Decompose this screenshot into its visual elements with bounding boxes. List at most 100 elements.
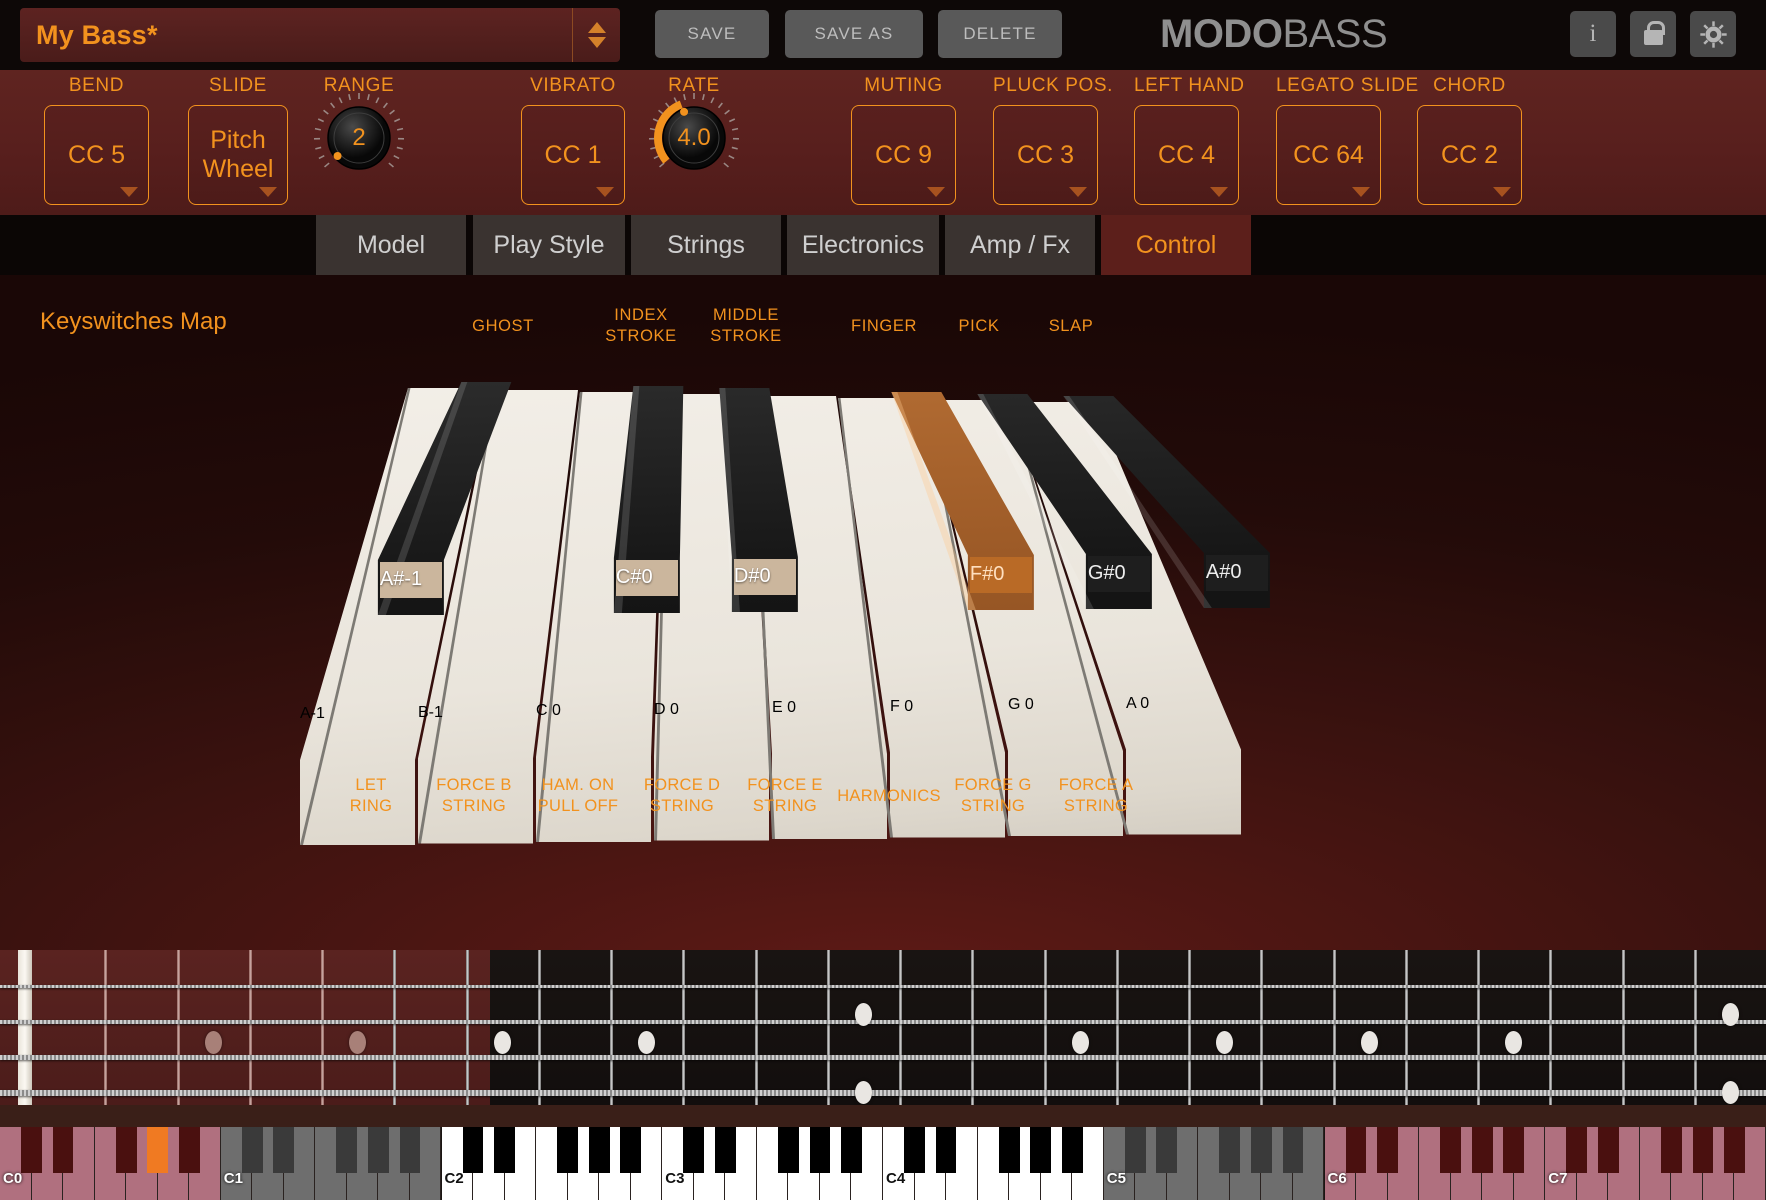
midi-cc-dropdown[interactable]: CC 3 [993,105,1098,205]
midi-cc-dropdown[interactable]: CC 5 [44,105,149,205]
mini-black-key[interactable] [1377,1127,1398,1173]
mini-black-key[interactable] [1156,1127,1178,1173]
tab-model[interactable]: Model [316,215,466,275]
chevron-down-icon[interactable] [1493,187,1511,197]
mini-octave-label: C1 [223,1170,243,1187]
knob-rate[interactable]: 4.0 [646,90,742,186]
fret-inlay-dot [1216,1031,1234,1054]
tab-play-style[interactable]: Play Style [473,215,625,275]
mini-black-key[interactable] [998,1127,1020,1173]
chevron-down-icon[interactable] [120,187,138,197]
mini-black-key[interactable] [399,1127,421,1173]
mini-black-key[interactable] [1030,1127,1052,1173]
mini-black-key[interactable] [21,1127,42,1173]
mini-black-key[interactable] [1282,1127,1304,1173]
knob-range[interactable]: 2 [311,90,407,186]
mini-keyboard-panel[interactable]: C0 C1 C2 C3 C4 C5 C6 C7 [0,1105,1766,1200]
preset-down-icon[interactable] [587,37,606,48]
mini-black-key[interactable] [714,1127,736,1173]
mini-black-key[interactable] [1597,1127,1619,1173]
mini-keyboard[interactable]: C0 C1 C2 C3 C4 C5 C6 C7 [0,1127,1766,1200]
mini-black-key[interactable] [620,1127,642,1173]
chevron-down-icon[interactable] [1069,187,1087,197]
preset-stepper[interactable] [572,8,620,62]
midi-cc-dropdown[interactable]: CC 2 [1417,105,1522,205]
mini-octave-label: C0 [3,1170,23,1187]
lock-button[interactable] [1630,11,1676,57]
preset-selector[interactable]: My Bass* [20,8,620,62]
tab-control[interactable]: Control [1101,215,1251,275]
modobass-window: My Bass* SAVE SAVE AS DELETE MODOBASS i [0,0,1766,1200]
mini-black-key[interactable] [1061,1127,1083,1173]
mini-black-key[interactable] [683,1127,705,1173]
midi-control-label: MUTING [864,75,943,96]
mini-black-key[interactable] [1219,1127,1241,1173]
fret-line [826,950,830,1105]
black-key-label: A#-1 [379,562,442,598]
fretboard[interactable] [0,950,1766,1105]
mini-black-key[interactable] [1660,1127,1682,1173]
mini-black-key[interactable] [935,1127,957,1173]
mini-black-key[interactable] [178,1127,200,1173]
mini-black-key[interactable] [1471,1127,1493,1173]
midi-cc-dropdown[interactable]: CC 64 [1276,105,1381,205]
tab-label: Model [356,230,426,259]
mini-black-key[interactable] [1503,1127,1525,1173]
white-key-label: A 0 [1126,694,1150,712]
settings-button[interactable] [1690,11,1736,57]
delete-button[interactable]: DELETE [938,10,1062,58]
chevron-down-icon[interactable] [1352,187,1370,197]
mini-black-key[interactable] [1566,1127,1588,1173]
white-key-label: A-1 [300,705,325,722]
fret-line [1188,950,1191,1105]
tab-strings[interactable]: Strings [631,215,781,275]
mini-black-key[interactable] [336,1127,358,1173]
midi-control-chord: CHORD CC 2 [1417,75,1522,205]
mini-black-key[interactable] [841,1127,862,1173]
chevron-down-icon[interactable] [927,187,945,197]
mini-black-key[interactable] [52,1127,74,1173]
mini-black-key[interactable] [1345,1127,1367,1173]
white-key-label: E 0 [772,699,797,716]
midi-cc-dropdown[interactable]: CC 1 [521,105,625,205]
mini-black-key[interactable] [1251,1127,1272,1173]
tab-electronics[interactable]: Electronics [787,215,939,275]
label-line: STROKE [710,327,782,345]
fret-inlay-dot [349,1031,367,1054]
save-as-button[interactable]: SAVE AS [785,10,923,58]
mini-black-key[interactable] [368,1127,389,1173]
mini-black-key[interactable] [557,1127,579,1173]
mini-black-key[interactable] [273,1127,295,1173]
mini-black-key[interactable] [115,1127,137,1173]
chevron-down-icon[interactable] [596,187,614,197]
mini-black-key[interactable] [1124,1127,1146,1173]
mini-black-key[interactable] [462,1127,484,1173]
save-button[interactable]: SAVE [655,10,769,58]
chevron-down-icon[interactable] [259,187,277,197]
mini-black-key[interactable] [1692,1127,1714,1173]
mini-black-key[interactable] [494,1127,515,1173]
midi-control-slide: SLIDE Pitch Wheel [188,75,288,205]
midi-cc-dropdown[interactable]: CC 4 [1134,105,1239,205]
mini-black-key[interactable] [904,1127,925,1173]
midi-cc-dropdown[interactable]: CC 9 [851,105,956,205]
midi-cc-value: CC 9 [875,140,932,169]
mini-black-key[interactable] [1440,1127,1462,1173]
fret-inlay-dot [854,1081,872,1104]
midi-cc-dropdown[interactable]: Pitch Wheel [188,105,288,205]
fret-line [610,950,613,1105]
chevron-down-icon[interactable] [1210,187,1228,197]
preset-name: My Bass* [36,19,158,50]
preset-up-icon[interactable] [587,22,606,33]
midi-control-label: BEND [68,75,125,96]
mini-black-key[interactable] [1724,1127,1745,1173]
tab-amp-fx[interactable]: Amp / Fx [945,215,1095,275]
fret-inlay-dot [1360,1031,1378,1054]
info-button[interactable]: i [1570,11,1616,57]
fret-line [682,950,686,1105]
mini-black-key-active[interactable] [147,1127,169,1173]
mini-black-key[interactable] [241,1127,263,1173]
mini-black-key[interactable] [777,1127,799,1173]
mini-black-key[interactable] [809,1127,831,1173]
mini-black-key[interactable] [588,1127,610,1173]
